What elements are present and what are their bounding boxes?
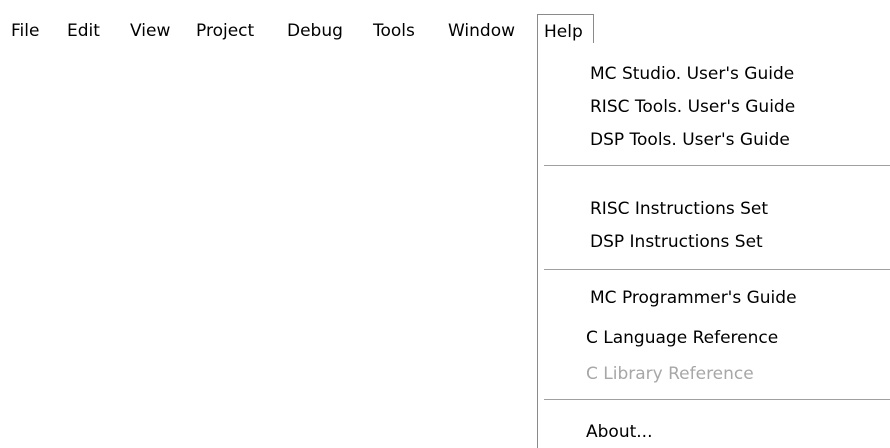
menu-item-dsp-instructions-set[interactable]: DSP Instructions Set: [538, 227, 890, 257]
menu-item-about[interactable]: About...: [538, 417, 890, 447]
menu-file[interactable]: File: [11, 19, 39, 43]
menu-item-mc-studio-users-guide[interactable]: MC Studio. User's Guide: [538, 59, 890, 89]
menu-item-c-library-reference: C Library Reference: [586, 364, 754, 384]
menu-tools[interactable]: Tools: [373, 19, 415, 43]
menu-item-dsp-tools-users-guide[interactable]: DSP Tools. User's Guide: [538, 125, 890, 155]
menu-debug[interactable]: Debug: [287, 19, 343, 43]
menu-item-risc-instructions-set[interactable]: RISC Instructions Set: [538, 194, 890, 224]
menu-project[interactable]: Project: [196, 19, 254, 43]
menu-help[interactable]: Help: [537, 14, 594, 44]
menu-window[interactable]: Window: [448, 19, 515, 43]
menu-separator: [544, 269, 890, 271]
menu-separator: [544, 399, 890, 401]
menu-view[interactable]: View: [130, 19, 170, 43]
menu-item-mc-programmers-guide[interactable]: MC Programmer's Guide: [538, 283, 890, 313]
menu-item-c-language-reference[interactable]: C Language Reference: [538, 323, 890, 353]
help-menu-dropdown: MC Studio. User's Guide RISC Tools. User…: [537, 43, 890, 448]
menu-edit[interactable]: Edit: [67, 19, 100, 43]
menu-separator: [544, 165, 890, 167]
menu-item-risc-tools-users-guide[interactable]: RISC Tools. User's Guide: [538, 92, 890, 122]
